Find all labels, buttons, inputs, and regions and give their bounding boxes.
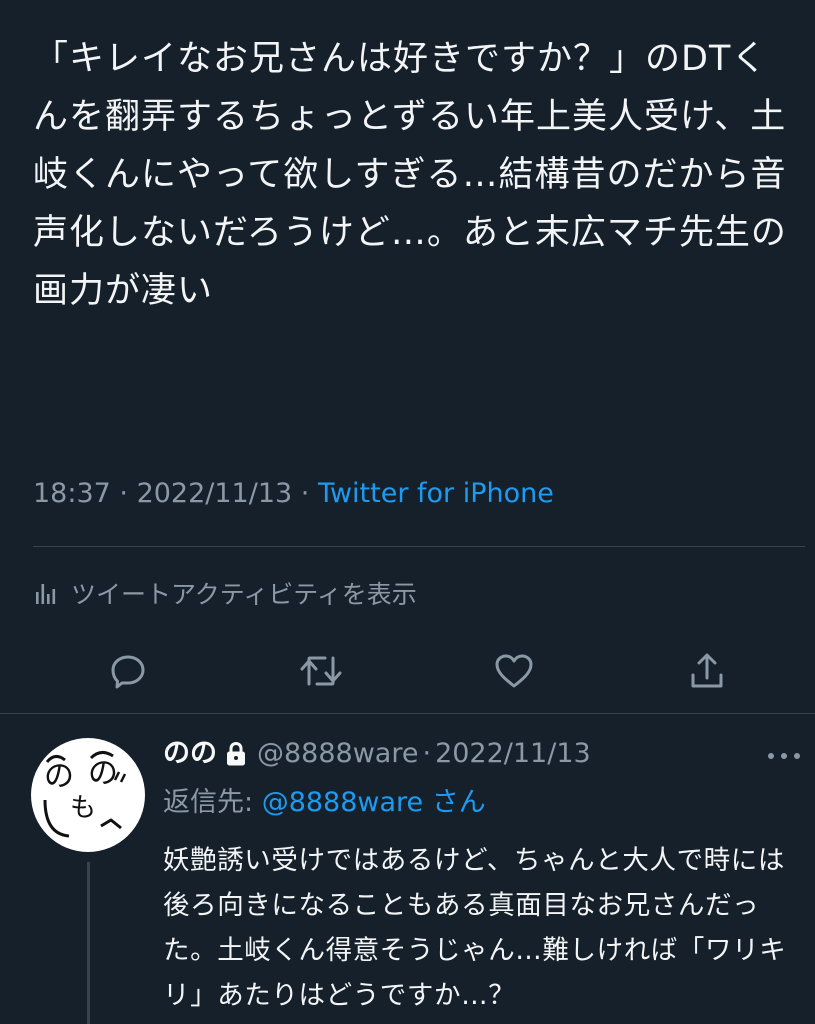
- avatar-char: の: [44, 759, 74, 794]
- tweet-time: 18:37: [33, 478, 111, 509]
- retweet-icon: [300, 656, 342, 686]
- share-button[interactable]: [684, 648, 730, 694]
- reply-button[interactable]: [105, 648, 151, 694]
- more-options-button[interactable]: [766, 748, 802, 762]
- tweet-date: 2022/11/13: [136, 478, 293, 509]
- nono-mo-avatar-icon: の の も: [43, 751, 127, 838]
- avatar-char: も: [70, 793, 96, 823]
- activity-label: ツイートアクティビティを表示: [71, 580, 417, 609]
- share-icon: [691, 653, 723, 688]
- avatar-char: の: [88, 756, 118, 791]
- reply-date[interactable]: 2022/11/13: [435, 736, 591, 772]
- divider: [0, 713, 815, 714]
- reply-to-line: 返信先: @8888ware さん: [163, 785, 486, 821]
- reply-to-prefix: 返信先:: [163, 787, 262, 818]
- lock-icon: [225, 741, 247, 767]
- meta-separator: ·: [292, 478, 318, 509]
- reply-text: 妖艶誘い受けではあるけど、ちゃんと大人で時には後ろ向きになることもある真面目なお…: [163, 845, 787, 1011]
- reply-icon: [111, 655, 145, 689]
- meta-separator: ·: [110, 478, 137, 509]
- tweet-activity-link[interactable]: ツイートアクティビティを表示: [33, 573, 417, 613]
- tweet-text: 「キレイなお兄さんは好きですか？」のDTくんを翻弄するちょっとずるい年上美人受け…: [33, 39, 787, 311]
- tweet-meta: 18:37 · 2022/11/13 · Twitter for iPhone: [33, 478, 554, 509]
- reply-author-name[interactable]: のの: [163, 736, 217, 772]
- reply-header: のの @8888ware · 2022/11/13: [163, 736, 591, 772]
- like-button[interactable]: [491, 648, 537, 694]
- reply-author-handle[interactable]: @8888ware: [257, 736, 418, 772]
- more-icon: [768, 753, 800, 759]
- avatar[interactable]: の の も: [31, 738, 145, 852]
- tweet-source-link[interactable]: Twitter for iPhone: [318, 478, 554, 509]
- reply-separator: ·: [422, 738, 432, 769]
- bar-chart-icon: [36, 584, 56, 604]
- tweet-actions: [0, 648, 815, 694]
- divider: [33, 546, 805, 547]
- reply-to-mention[interactable]: @8888ware: [262, 787, 423, 818]
- heart-icon: [495, 654, 533, 688]
- thread-line: [87, 862, 90, 1024]
- reply-to-suffix: さん: [423, 787, 486, 818]
- retweet-button[interactable]: [298, 648, 344, 694]
